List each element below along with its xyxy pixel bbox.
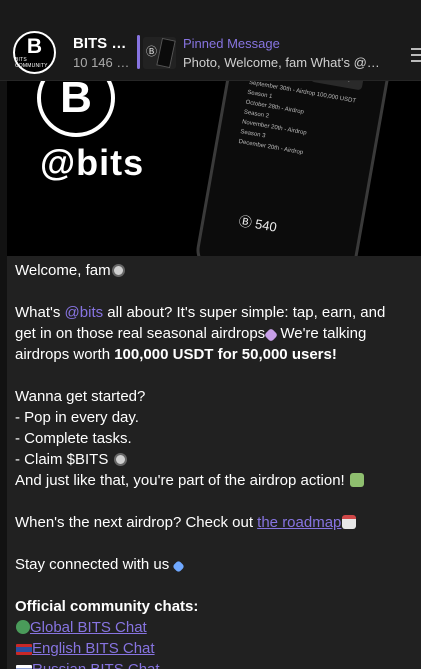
calendar-icon <box>342 515 357 529</box>
text-span: When's the next airdrop? Check out <box>15 514 258 531</box>
message-line: Welcome, fam <box>15 260 415 281</box>
section-heading: Official community chats: <box>15 598 199 615</box>
bits-coin-icon <box>113 453 127 466</box>
globe-icon <box>16 620 30 634</box>
message-line: - Claim $BITS <box>15 449 415 470</box>
phone-balance: Ⓑ 540 <box>237 213 278 235</box>
message-line: Wanna get started? <box>15 388 146 405</box>
text-span: all about? It's super simple: tap, earn,… <box>103 304 386 321</box>
flag-ru-icon <box>16 665 32 669</box>
message-line: - Pop in every day. <box>15 409 139 426</box>
pinned-thumbnail[interactable]: Ⓑ <box>143 37 176 69</box>
message-line: Global BITS Chat <box>15 617 415 638</box>
welcome-text: Welcome, fam <box>15 262 111 279</box>
text-span: airdrops worth <box>15 346 115 363</box>
message-line: airdrops worth 100,000 USDT for 50,000 u… <box>15 344 415 365</box>
text-span: - Claim $BITS <box>15 451 109 468</box>
money-wings-icon <box>349 473 364 487</box>
text-span: And just like that, you're part of the a… <box>15 472 345 489</box>
chat-header[interactable]: B BITS COMMUNITY BITS Community 10 146 m… <box>0 25 421 81</box>
message-line: What's @bits all about? It's super simpl… <box>15 302 415 323</box>
message-text: Welcome, fam What's @bits all about? It'… <box>15 260 415 669</box>
bits-logo-icon: B <box>26 34 43 58</box>
highlight-text: 100,000 USDT for 50,000 users! <box>114 346 337 363</box>
russian-chat-link[interactable]: Russian BITS Chat <box>32 661 160 669</box>
message-bubble[interactable]: B @bits Roadmap September 30th - Airdrop… <box>7 34 421 669</box>
flag-uk-icon <box>16 644 32 655</box>
message-line: And just like that, you're part of the a… <box>15 470 415 491</box>
global-chat-link[interactable]: Global BITS Chat <box>30 619 147 636</box>
pinned-label[interactable]: Pinned Message <box>183 36 280 51</box>
phone-thumbnail <box>156 37 176 69</box>
phone-roadmap-list: September 30th - Airdrop 100,000 USDT Se… <box>238 78 368 168</box>
message-line: - Complete tasks. <box>15 430 132 447</box>
phone-balance-value: 540 <box>254 216 278 235</box>
status-bar <box>0 0 421 25</box>
message-line: get in on those real seasonal airdrops W… <box>15 323 415 344</box>
message-line: When's the next airdrop? Check out the r… <box>15 512 415 533</box>
bits-coin-icon <box>111 264 125 277</box>
pinned-preview[interactable]: Photo, Welcome, fam What's @bits all abo… <box>183 55 383 70</box>
text-span: Stay connected with us <box>15 556 170 573</box>
pinned-indicator <box>137 35 140 69</box>
text-span: What's <box>15 304 65 321</box>
message-line: Russian BITS Chat <box>15 659 415 669</box>
bits-coin-icon: Ⓑ <box>146 46 157 58</box>
member-count: 10 146 members <box>73 55 131 70</box>
avatar-caption: BITS COMMUNITY <box>15 56 48 69</box>
gem-icon <box>172 560 186 573</box>
text-span: We're talking <box>276 325 367 342</box>
mention-link[interactable]: @bits <box>65 304 104 321</box>
menu-icon[interactable] <box>411 44 421 62</box>
message-line: English BITS Chat <box>15 638 415 659</box>
message-line: Stay connected with us <box>15 554 415 575</box>
roadmap-link[interactable]: the roadmap <box>257 514 341 531</box>
chat-title[interactable]: BITS Community <box>73 35 133 52</box>
avatar[interactable]: B BITS COMMUNITY <box>13 31 56 74</box>
text-span: get in on those real seasonal airdrops <box>15 325 266 342</box>
brand-text: @bits <box>40 142 145 183</box>
english-chat-link[interactable]: English BITS Chat <box>32 640 155 657</box>
